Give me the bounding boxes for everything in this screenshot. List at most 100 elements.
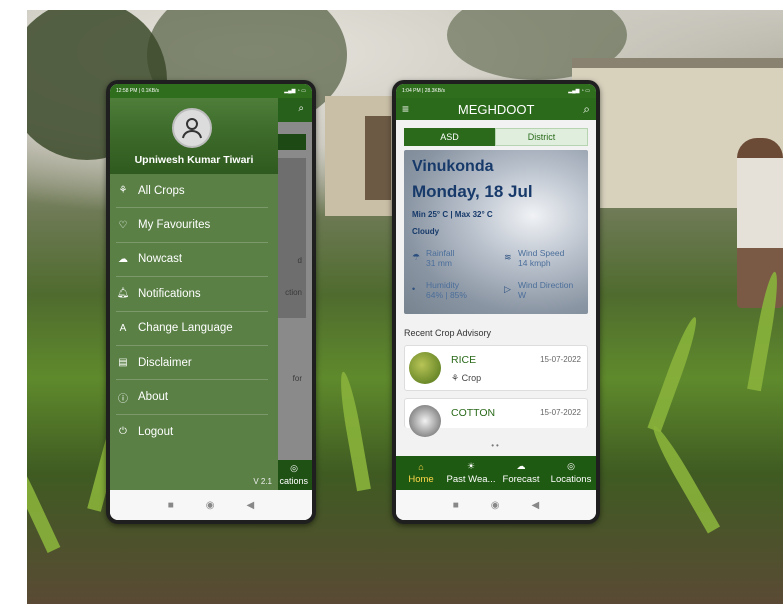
location-pin-icon: ◎ [290,463,298,473]
rice-crop-image [409,352,441,384]
wind-icon: ≋ [504,252,512,262]
rainfall-label: Rainfall [426,248,455,258]
wind-direction-stat: ▷ Wind Direction W [504,280,574,300]
status-bar: 1:04 PM | 28.3KB/s ▂▄▆ ◔ ▭ [396,84,596,98]
location-type-toggle: ASD District [404,128,588,146]
home-icon: ⌂ [418,461,424,472]
navigation-drawer: Upniwesh Kumar Tiwari ⚘ All Crops ♡ My Fav… [110,98,278,490]
weather-condition: Cloudy [412,227,440,236]
direction-arrow-icon: ▷ [504,284,511,294]
phone-right: 1:04 PM | 28.3KB/s ▂▄▆ ◔ ▭ ≡ MEGHDOOT ⌕ … [392,80,600,524]
sun-icon: ☀ [466,461,476,471]
bottom-navigation: ⌂ Home ☀ Past Wea... ☁ Forecast ◎ Locations [396,456,596,490]
advisory-type: ⚘ Crop [451,373,481,384]
advisory-card[interactable]: COTTON 15-07-2022 [404,398,588,437]
recents-button[interactable]: ■ [168,500,174,511]
logout-icon: ⏻ [119,426,127,438]
wind-direction-value: W [518,290,527,300]
info-icon: ⓘ [118,393,128,405]
phone-left: 12:58 PM | 0.1KB/s ▂▄▆ ◔ ▭ ⌕ d ction for… [106,80,316,524]
version-label: V 2.1 [253,477,272,486]
crop-leaf [336,370,371,492]
nav-home[interactable]: ⌂ Home [396,456,446,490]
wind-direction-label: Wind Direction [518,280,574,290]
home-button[interactable]: ◉ [206,500,215,511]
humidity-label: Humidity [426,280,460,290]
phone-left-screen: 12:58 PM | 0.1KB/s ▂▄▆ ◔ ▭ ⌕ d ction for… [110,84,312,520]
weather-card: Vinukonda Monday, 18 Jul Min 25° C | Max… [404,150,588,314]
search-icon[interactable]: ⌕ [583,102,590,117]
user-name: Upniwesh Kumar Tiwari [134,154,254,166]
menu-item-about[interactable]: ⓘ About [116,380,268,415]
tab-asd[interactable]: ASD [404,128,495,146]
bg-text: ction [285,288,302,297]
tab-district[interactable]: District [495,128,588,146]
status-time: 1:04 PM | 28.3KB/s [402,88,445,94]
system-nav-bar: ■ ◉ ◀ [110,490,312,520]
weather-minmax: Min 25° C | Max 32° C [412,210,493,219]
system-nav-bar: ■ ◉ ◀ [396,490,596,520]
menu-item-label: My Favourites [138,219,211,232]
crop-leaf [647,314,702,433]
language-icon: A [119,322,127,334]
weather-day: Monday, 18 Jul [412,182,533,201]
weather-city: Vinukonda [412,158,494,175]
wind-speed-label: Wind Speed [518,248,565,258]
menu-item-nowcast[interactable]: ☁ Nowcast [116,243,268,278]
app-title: MEGHDOOT [457,101,535,117]
rain-icon: ☂ [412,252,421,262]
rainfall-value: 31 mm [426,258,452,268]
home-button[interactable]: ◉ [491,500,500,511]
menu-item-label: All Crops [138,184,185,197]
advisory-card[interactable]: RICE 15-07-2022 ⚘ Crop [404,345,588,391]
wind-speed-stat: ≋ Wind Speed 14 kmph [504,248,565,268]
bg-bottom-nav-label: cations [279,476,308,486]
back-button[interactable]: ◀ [532,500,540,511]
bg-text: d [297,256,302,265]
humidity-value: 64% | 85% [426,290,467,300]
document-icon: ▤ [118,357,128,369]
wind-speed-value: 14 kmph [518,258,551,268]
phone-right-screen: 1:04 PM | 28.3KB/s ▂▄▆ ◔ ▭ ≡ MEGHDOOT ⌕ … [396,84,596,520]
house-door [365,116,391,200]
nav-past-weather[interactable]: ☀ Past Wea... [446,456,496,490]
status-time: 12:58 PM | 0.1KB/s [116,88,159,94]
page-dots: •• [491,441,501,450]
status-icons: ▂▄▆ ◔ ▭ [568,88,590,94]
menu-item-disclaimer[interactable]: ▤ Disclaimer [116,346,268,381]
recents-button[interactable]: ■ [453,500,459,511]
advisory-date: 15-07-2022 [540,355,581,364]
menu-item-label: Logout [138,425,174,438]
back-button[interactable]: ◀ [247,500,255,511]
nav-forecast[interactable]: ☁ Forecast [496,456,546,490]
menu-item-notifications[interactable]: 🔔︎ Notifications [116,277,268,312]
menu-item-logout[interactable]: ⏻ Logout [116,415,268,449]
bg-text: for [292,374,302,383]
bell-icon: 🔔︎ [116,288,130,300]
menu-item-label: About [138,391,169,404]
hamburger-menu-icon[interactable]: ≡ [402,102,409,116]
menu-item-my-favourites[interactable]: ♡ My Favourites [116,208,268,243]
bg-tab [276,134,306,150]
nowcast-icon: ☁ [118,253,128,265]
search-icon[interactable]: ⌕ [298,103,304,114]
nav-label: Past Wea... [446,474,496,485]
nav-locations[interactable]: ◎ Locations [546,456,596,490]
menu-item-label: Nowcast [138,253,183,266]
avatar[interactable] [172,108,212,148]
menu-item-label: Notifications [138,287,201,300]
advisory-crop-name: COTTON [451,407,496,419]
section-title: Recent Crop Advisory [404,328,492,338]
favourites-icon: ♡ [118,219,128,231]
menu-item-change-language[interactable]: A Change Language [116,312,268,346]
nav-label: Home [408,473,434,485]
rainfall-stat: ☂ Rainfall 31 mm [412,248,455,268]
advisory-crop-name: RICE [451,354,477,366]
humidity-icon: • [412,284,416,294]
cotton-crop-image [409,405,441,437]
humidity-stat: • Humidity 64% | 85% [412,280,467,300]
crop-leaf [647,422,721,534]
location-pin-icon: ◎ [567,461,575,471]
status-icons: ▂▄▆ ◔ ▭ [284,88,306,94]
menu-item-all-crops[interactable]: ⚘ All Crops [116,174,268,209]
